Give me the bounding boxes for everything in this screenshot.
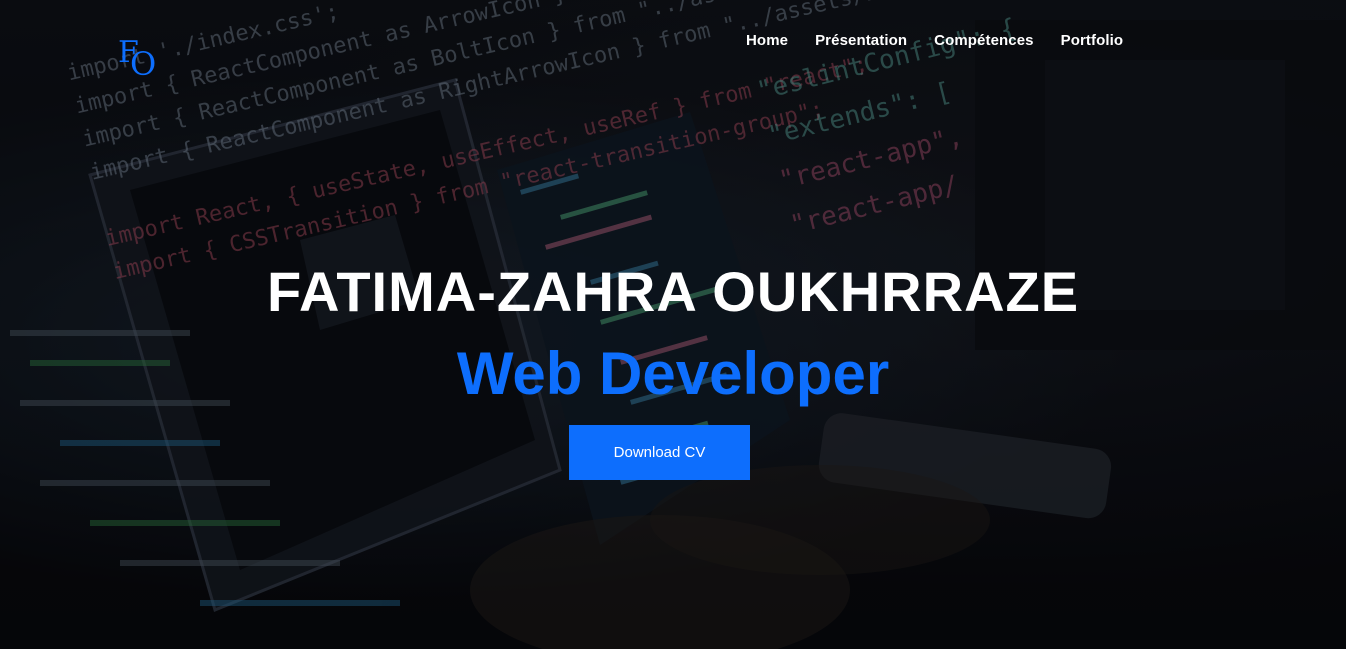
download-cv-button[interactable]: Download CV bbox=[569, 425, 750, 480]
nav-item-competences[interactable]: Compétences bbox=[934, 32, 1033, 49]
nav-item-home[interactable]: Home bbox=[746, 32, 788, 49]
hero-section: import './index.css'; import { ReactComp… bbox=[0, 0, 1346, 649]
nav-item-presentation[interactable]: Présentation bbox=[815, 32, 907, 49]
logo-letter-o: O bbox=[130, 45, 157, 83]
hero-role: Web Developer bbox=[456, 340, 890, 407]
nav-item-portfolio[interactable]: Portfolio bbox=[1061, 32, 1124, 49]
site-logo[interactable]: F O bbox=[118, 38, 162, 82]
hero-name: FATIMA-ZAHRA OUKHRRAZE bbox=[266, 260, 1080, 323]
main-nav: Home Présentation Compétences Portfolio bbox=[746, 30, 1123, 50]
